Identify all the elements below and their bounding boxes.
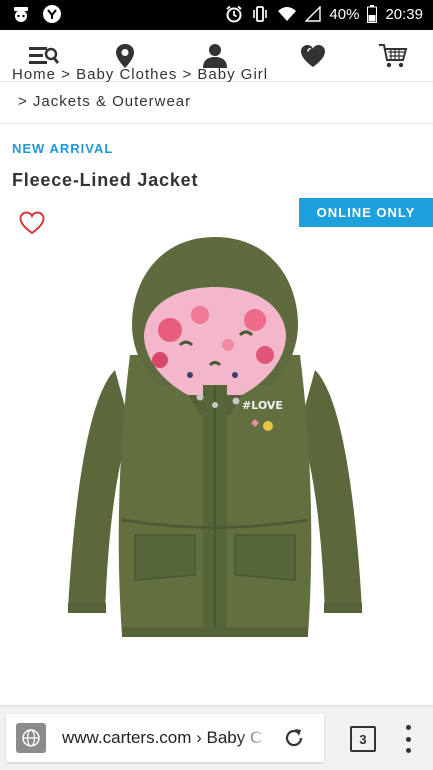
reload-button[interactable] — [282, 726, 306, 750]
dot-icon — [405, 736, 411, 742]
alarm-icon — [225, 5, 243, 23]
new-arrival-tag: NEW ARRIVAL — [12, 141, 114, 156]
notification-icon — [10, 4, 32, 24]
tab-switcher-button[interactable]: 3 — [350, 726, 376, 752]
wifi-icon — [277, 6, 297, 22]
jacket-print-text: #LOVE — [242, 399, 283, 412]
heart-outline-icon — [19, 211, 45, 235]
breadcrumb: Home > Baby Clothes > Baby Girl > Jacket… — [0, 64, 433, 124]
dot-icon — [405, 725, 411, 730]
product-image[interactable]: #LOVE — [60, 235, 370, 655]
dot-icon — [405, 748, 411, 753]
battery-icon — [367, 5, 378, 23]
url-text: www.carters.com › Baby Clothes — [62, 728, 262, 747]
vibrate-icon — [251, 5, 269, 23]
battery-percent: 40% — [329, 5, 360, 23]
online-only-badge: ONLINE ONLY — [299, 198, 433, 227]
product-title: Fleece-Lined Jacket — [12, 170, 199, 190]
status-bar: 40% 20:39 — [0, 0, 433, 30]
app-notification-icon — [42, 4, 62, 24]
clock: 20:39 — [385, 5, 423, 23]
globe-icon — [16, 723, 46, 753]
address-bar[interactable]: www.carters.com › Baby Clothes — [6, 714, 324, 762]
signal-icon — [305, 6, 322, 22]
add-to-wishlist-button[interactable] — [18, 210, 46, 236]
breadcrumb-path[interactable]: Home > Baby Clothes > Baby Girl — [12, 66, 268, 83]
reload-icon — [285, 729, 303, 747]
breadcrumb-current[interactable]: > Jackets & Outerwear — [18, 93, 191, 110]
browser-bar: www.carters.com › Baby Clothes 3 — [0, 705, 433, 770]
overflow-menu-button[interactable] — [400, 725, 416, 753]
